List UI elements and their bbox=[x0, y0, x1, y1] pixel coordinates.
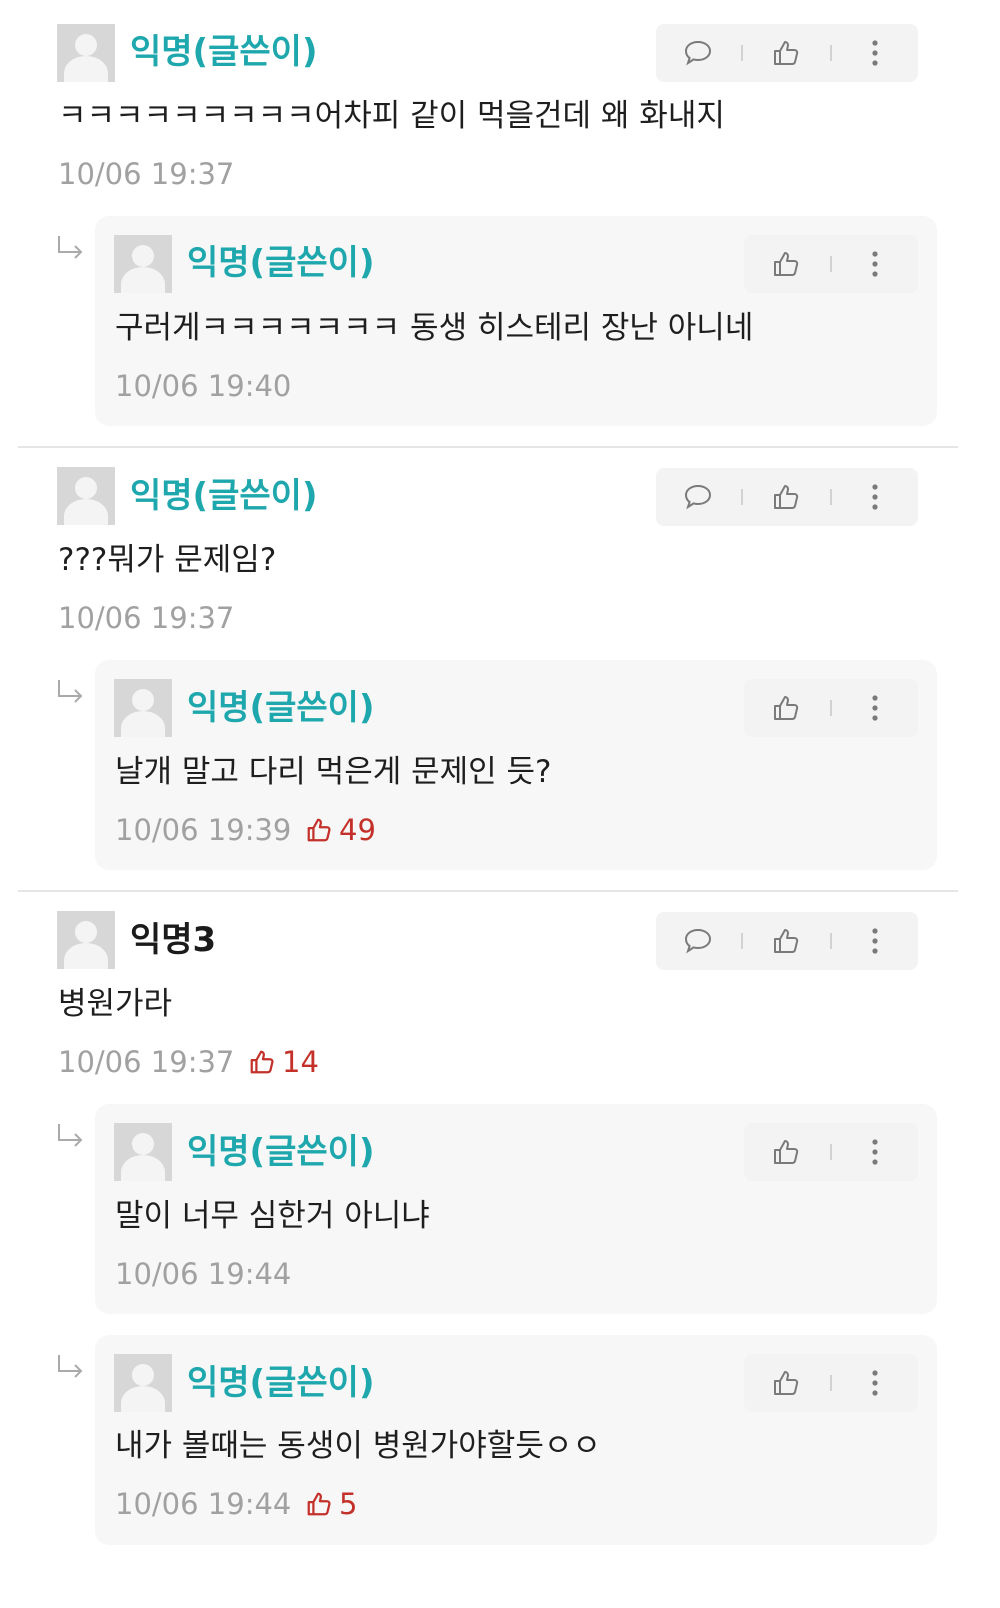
more-vertical-icon bbox=[872, 695, 878, 721]
divider bbox=[741, 45, 743, 61]
comment-text: ???뭐가 문제임? bbox=[58, 542, 277, 578]
like-button[interactable] bbox=[758, 912, 814, 970]
speech-bubble-icon bbox=[684, 40, 712, 66]
speech-bubble-icon bbox=[684, 484, 712, 510]
divider bbox=[830, 1375, 832, 1391]
reply-author: 익명(글쓴이) bbox=[187, 1363, 375, 1403]
reply-arrow-icon bbox=[58, 236, 83, 259]
reply: 익명(글쓴이) 말이 너무 심한거 아니냐 10/06 19:44 bbox=[95, 1104, 937, 1314]
avatar bbox=[114, 1123, 172, 1181]
avatar bbox=[57, 911, 115, 969]
reply-text: 구러게ㅋㅋㅋㅋㅋㅋㅋ 동생 히스테리 장난 아니네 bbox=[115, 310, 754, 346]
like-button[interactable] bbox=[758, 24, 814, 82]
reply-text: 말이 너무 심한거 아니냐 bbox=[115, 1198, 430, 1234]
reply-button[interactable] bbox=[670, 24, 726, 82]
comment-author: 익명(글쓴이) bbox=[130, 32, 318, 72]
comment-time: 10/06 19:37 bbox=[58, 157, 235, 191]
comment-actions bbox=[656, 24, 918, 82]
divider bbox=[830, 933, 832, 949]
reply-arrow-icon bbox=[58, 1355, 83, 1378]
reply: 익명(글쓴이) 내가 볼때는 동생이 병원가야할듯ㅇㅇ 10/06 19:44 … bbox=[95, 1335, 937, 1545]
thumbs-up-icon bbox=[774, 485, 799, 509]
thumbs-up-icon bbox=[307, 818, 331, 842]
like-button[interactable] bbox=[758, 235, 814, 293]
like-count-value: 14 bbox=[282, 1045, 319, 1079]
thumbs-up-icon bbox=[250, 1050, 274, 1074]
reply-author: 익명(글쓴이) bbox=[187, 243, 375, 283]
thumbs-up-icon bbox=[774, 1140, 799, 1164]
like-button[interactable] bbox=[758, 468, 814, 526]
divider bbox=[741, 489, 743, 505]
divider bbox=[741, 933, 743, 949]
avatar bbox=[114, 1354, 172, 1412]
reply-actions bbox=[744, 1123, 918, 1181]
more-vertical-icon bbox=[872, 251, 878, 277]
divider bbox=[830, 45, 832, 61]
thumbs-up-icon bbox=[774, 696, 799, 720]
divider bbox=[830, 700, 832, 716]
reply-time: 10/06 19:39 bbox=[115, 813, 292, 847]
reply-time: 10/06 19:40 bbox=[115, 369, 292, 403]
reply-text: 내가 볼때는 동생이 병원가야할듯ㅇㅇ bbox=[115, 1428, 601, 1464]
reply-time: 10/06 19:44 bbox=[115, 1257, 292, 1291]
avatar bbox=[57, 24, 115, 82]
reply-actions bbox=[744, 1354, 918, 1412]
comment-time: 10/06 19:37 bbox=[58, 601, 235, 635]
like-count: 5 bbox=[305, 1486, 357, 1522]
like-count-value: 5 bbox=[339, 1487, 358, 1521]
comment-actions bbox=[656, 912, 918, 970]
avatar bbox=[114, 235, 172, 293]
divider bbox=[830, 1144, 832, 1160]
reply-actions bbox=[744, 235, 918, 293]
speech-bubble-icon bbox=[684, 928, 712, 954]
comment-time: 10/06 19:37 bbox=[58, 1045, 235, 1079]
avatar bbox=[114, 679, 172, 737]
divider bbox=[18, 446, 958, 448]
like-count: 14 bbox=[248, 1044, 319, 1080]
like-count: 49 bbox=[305, 812, 376, 848]
like-button[interactable] bbox=[758, 1354, 814, 1412]
comment-author: 익명(글쓴이) bbox=[130, 476, 318, 516]
more-button[interactable] bbox=[847, 1123, 903, 1181]
like-button[interactable] bbox=[758, 679, 814, 737]
more-button[interactable] bbox=[847, 1354, 903, 1412]
more-button[interactable] bbox=[847, 24, 903, 82]
reply-arrow-icon bbox=[58, 1124, 83, 1147]
thumbs-up-icon bbox=[774, 1371, 799, 1395]
like-count-value: 49 bbox=[339, 813, 376, 847]
more-button[interactable] bbox=[847, 235, 903, 293]
reply-button[interactable] bbox=[670, 468, 726, 526]
thumbs-up-icon bbox=[774, 929, 799, 953]
divider bbox=[830, 256, 832, 272]
divider bbox=[830, 489, 832, 505]
reply-time: 10/06 19:44 bbox=[115, 1487, 292, 1521]
reply-arrow-icon bbox=[58, 680, 83, 703]
reply-author: 익명(글쓴이) bbox=[187, 688, 375, 728]
avatar bbox=[57, 467, 115, 525]
reply: 익명(글쓴이) 구러게ㅋㅋㅋㅋㅋㅋㅋ 동생 히스테리 장난 아니네 10/06 … bbox=[95, 216, 937, 426]
more-button[interactable] bbox=[847, 912, 903, 970]
more-button[interactable] bbox=[847, 679, 903, 737]
divider bbox=[18, 890, 958, 892]
thumbs-up-icon bbox=[774, 41, 799, 65]
like-button[interactable] bbox=[758, 1123, 814, 1181]
comment-actions bbox=[656, 468, 918, 526]
reply-actions bbox=[744, 679, 918, 737]
more-vertical-icon bbox=[872, 928, 878, 954]
thumbs-up-icon bbox=[307, 1492, 331, 1516]
thumbs-up-icon bbox=[774, 252, 799, 276]
reply: 익명(글쓴이) 날개 말고 다리 먹은게 문제인 듯? 10/06 19:39 … bbox=[95, 660, 937, 870]
more-vertical-icon bbox=[872, 1370, 878, 1396]
comment-text: ㅋㅋㅋㅋㅋㅋㅋㅋㅋ어차피 같이 먹을건데 왜 화내지 bbox=[58, 98, 725, 134]
reply-author: 익명(글쓴이) bbox=[187, 1132, 375, 1172]
more-vertical-icon bbox=[872, 40, 878, 66]
comment-text: 병원가라 bbox=[58, 986, 173, 1022]
comment-author: 익명3 bbox=[130, 920, 217, 960]
reply-button[interactable] bbox=[670, 912, 726, 970]
more-vertical-icon bbox=[872, 484, 878, 510]
more-vertical-icon bbox=[872, 1139, 878, 1165]
more-button[interactable] bbox=[847, 468, 903, 526]
reply-text: 날개 말고 다리 먹은게 문제인 듯? bbox=[115, 754, 552, 790]
